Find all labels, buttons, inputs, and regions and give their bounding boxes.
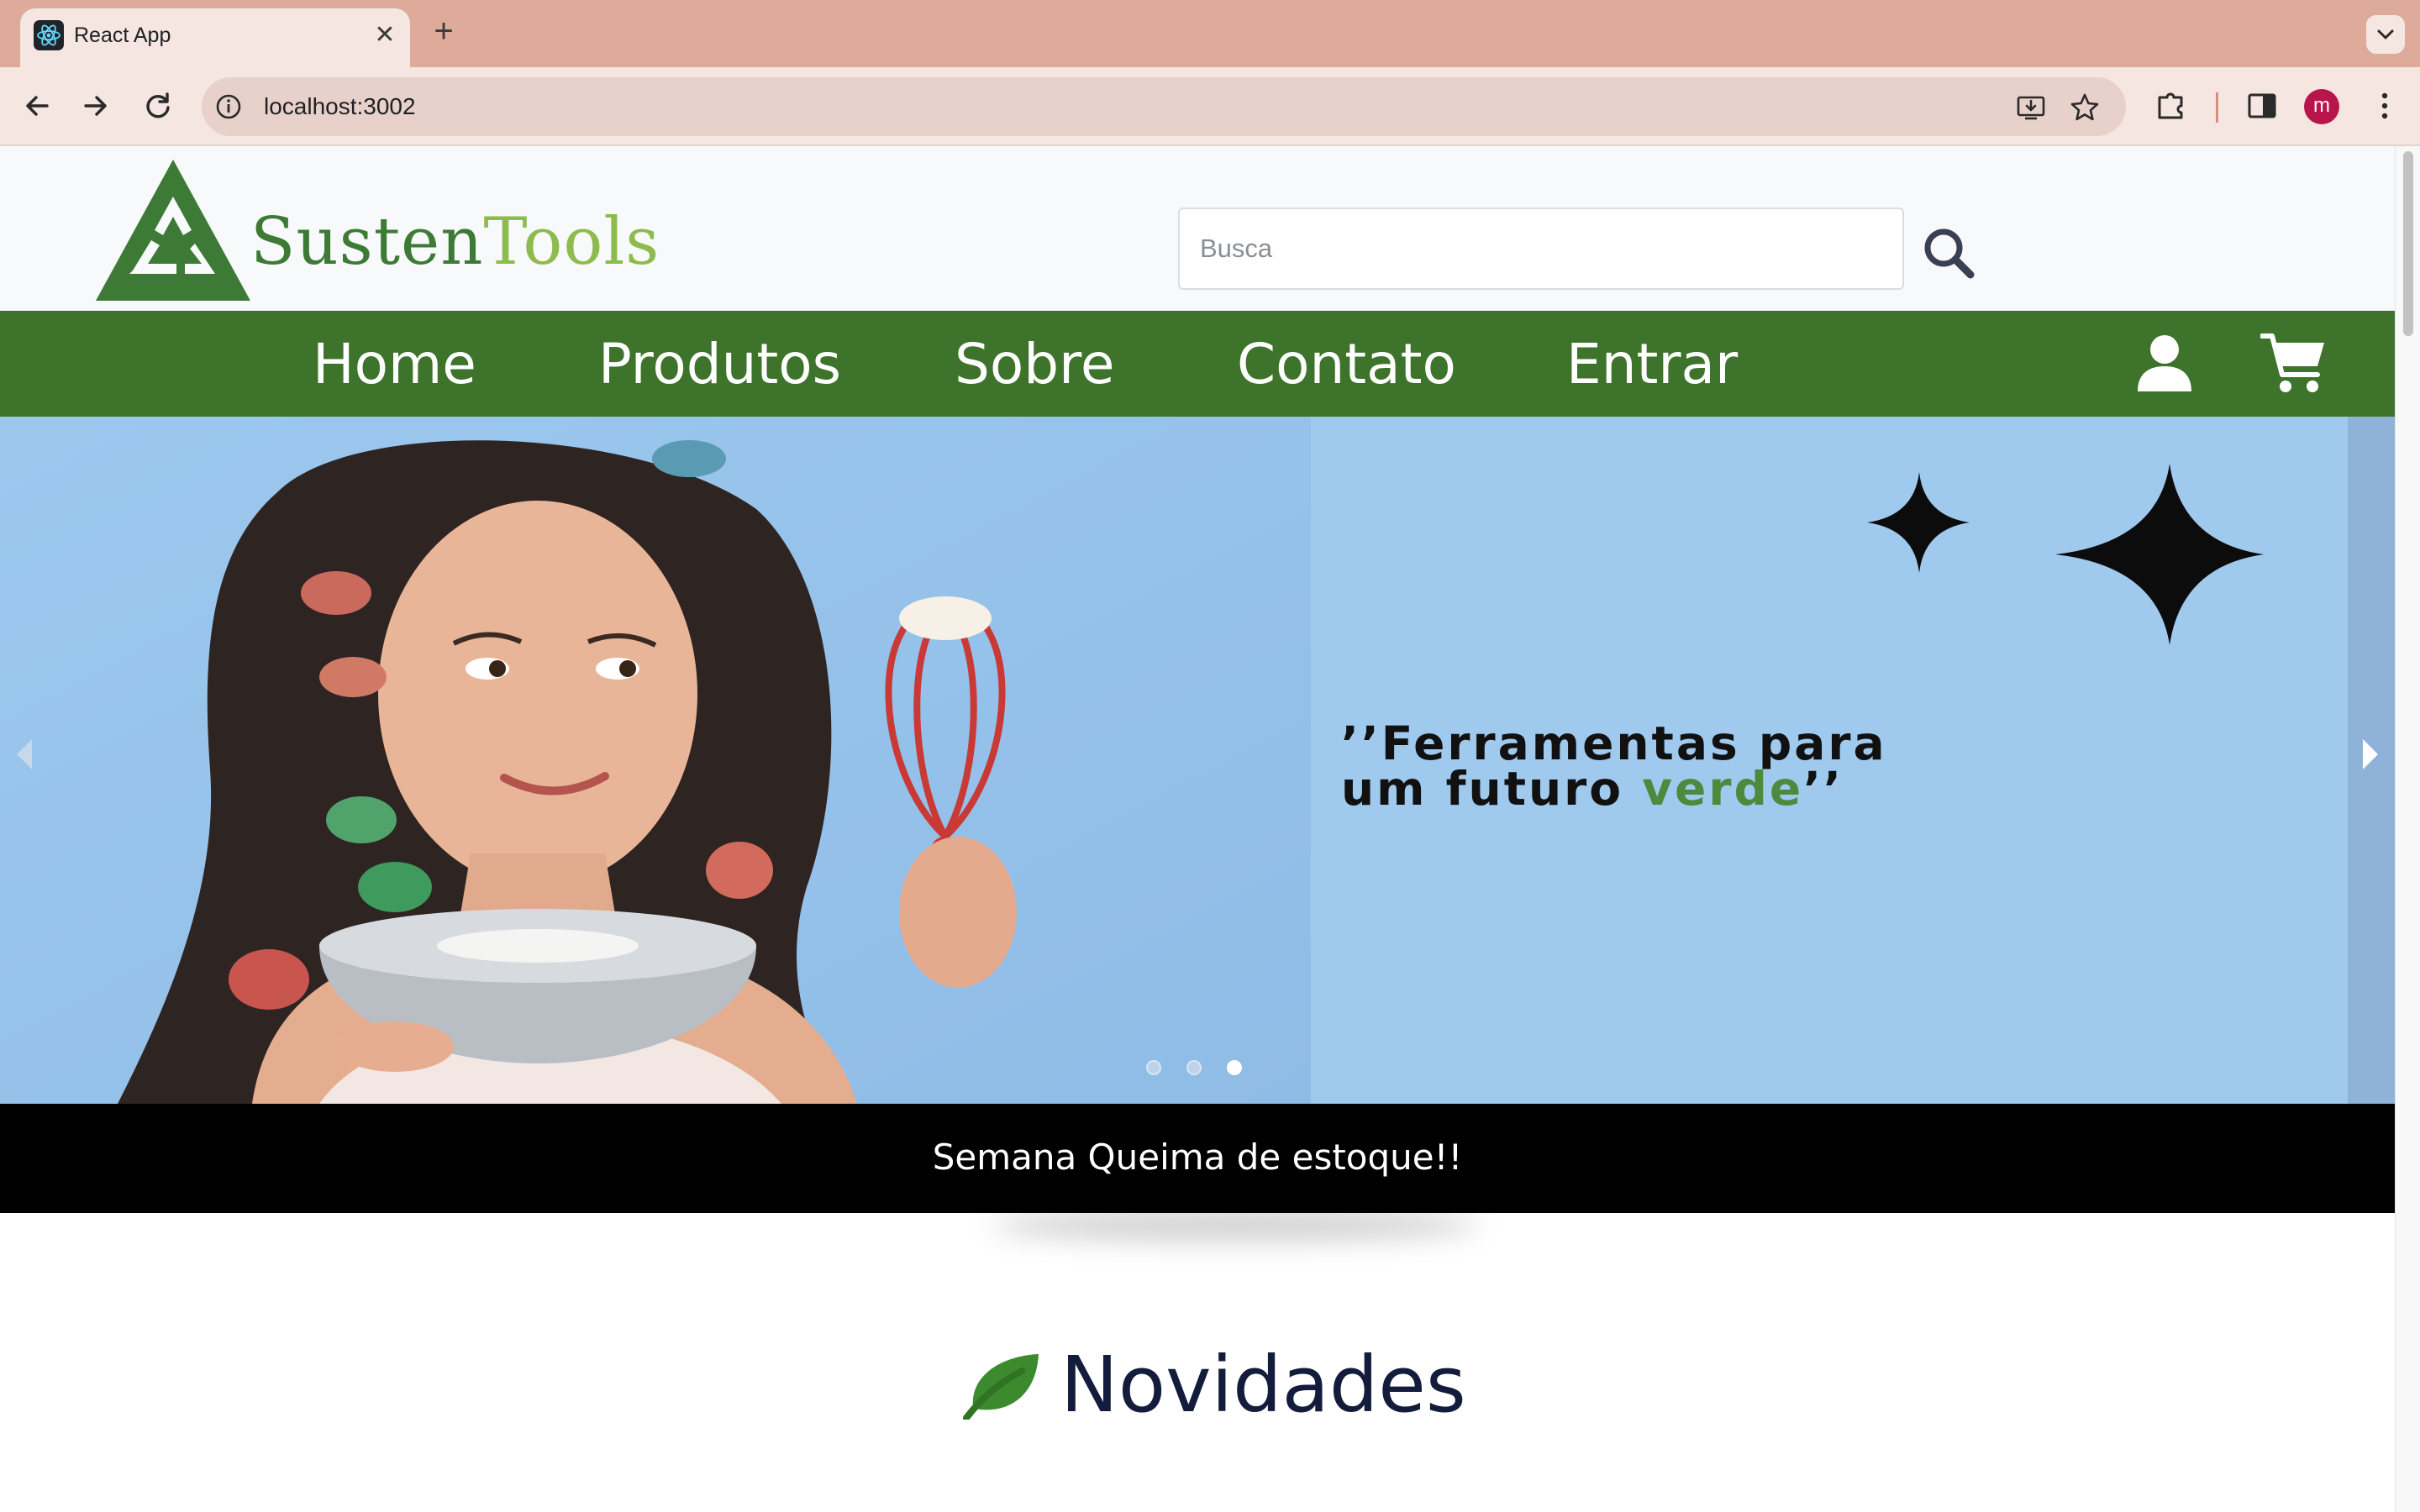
sustentools-logo-icon[interactable]: [96, 160, 250, 301]
promo-shadow: [992, 1208, 1479, 1242]
hero-quote-line1: ’’Ferramentas para: [1341, 717, 1887, 770]
address-bar[interactable]: localhost:3002: [202, 77, 2126, 136]
section-title-novidades: Novidades: [1060, 1340, 1466, 1430]
forward-arrow-icon[interactable]: [76, 86, 116, 126]
tab-title: React App: [74, 24, 171, 47]
hero-quote-highlight: verde: [1642, 762, 1804, 816]
promo-banner: Semana Queima de estoque!!: [0, 1104, 2395, 1213]
hero-woman-illustration: [0, 417, 1311, 1104]
install-app-icon[interactable]: [2015, 92, 2047, 123]
hero-quote-line2-end: ’’: [1803, 762, 1844, 816]
hero-quote-line2: um futuro verde’’: [1341, 766, 1887, 812]
scrollbar-thumb[interactable]: [2403, 151, 2413, 336]
bookmark-star-icon[interactable]: [2069, 92, 2101, 123]
hero-carousel: ’’Ferramentas para um futuro verde’’: [0, 417, 2395, 1104]
carousel-next-arrow-icon[interactable]: [2358, 734, 2385, 774]
tab-search-chevron-icon[interactable]: [2366, 15, 2405, 54]
user-icon[interactable]: [2134, 333, 2195, 393]
extensions-puzzle-icon[interactable]: [2151, 86, 2191, 126]
web-page: SustenTools Home Produtos Sobre Contato …: [0, 146, 2395, 1512]
reload-icon[interactable]: [138, 86, 178, 126]
nav-contato[interactable]: Contato: [1237, 333, 1456, 396]
cart-icon[interactable]: [2260, 331, 2328, 395]
site-info-icon[interactable]: [213, 92, 244, 122]
browser-tab[interactable]: React App ✕: [20, 8, 410, 67]
leaf-icon: [963, 1354, 1039, 1420]
hero-quote: ’’Ferramentas para um futuro verde’’: [1341, 717, 1887, 812]
carousel-dot-3[interactable]: [1227, 1060, 1242, 1075]
carousel-prev-arrow-icon[interactable]: [10, 734, 37, 774]
tab-close-icon[interactable]: ✕: [368, 18, 402, 52]
browser-tab-strip: React App ✕ +: [0, 0, 2420, 67]
browser-toolbar: localhost:3002 m: [0, 67, 2420, 146]
search-icon[interactable]: [1919, 223, 1978, 282]
toolbar-separator: [2216, 92, 2218, 123]
carousel-dot-2[interactable]: [1186, 1060, 1202, 1075]
side-panel-icon[interactable]: [2242, 86, 2282, 126]
new-tab-button[interactable]: +: [427, 14, 460, 49]
logo-text-susten: Susten: [250, 204, 484, 280]
main-navigation: Home Produtos Sobre Contato Entrar: [0, 311, 2395, 417]
address-url: localhost:3002: [264, 93, 416, 119]
hero-quote-line2-start: um futuro: [1341, 762, 1643, 816]
carousel-indicators: [1146, 1060, 1254, 1080]
sparkle-stars-icon: [1867, 464, 2264, 645]
promo-text: Semana Queima de estoque!!: [932, 1137, 1463, 1178]
logo-text-tools: Tools: [483, 204, 660, 280]
nav-sobre[interactable]: Sobre: [955, 333, 1114, 396]
nav-home[interactable]: Home: [313, 333, 476, 396]
nav-entrar[interactable]: Entrar: [1566, 333, 1738, 396]
site-logo-text[interactable]: SustenTools: [250, 203, 660, 281]
more-menu-icon[interactable]: [2365, 86, 2405, 126]
react-favicon-icon: [34, 20, 64, 50]
carousel-dot-1[interactable]: [1146, 1060, 1161, 1075]
site-header: SustenTools: [0, 146, 2395, 311]
back-arrow-icon[interactable]: [17, 86, 57, 126]
search-input[interactable]: [1178, 207, 1904, 290]
profile-avatar[interactable]: m: [2304, 89, 2339, 124]
page-scrollbar[interactable]: [2395, 146, 2420, 1512]
nav-produtos[interactable]: Produtos: [598, 333, 841, 396]
